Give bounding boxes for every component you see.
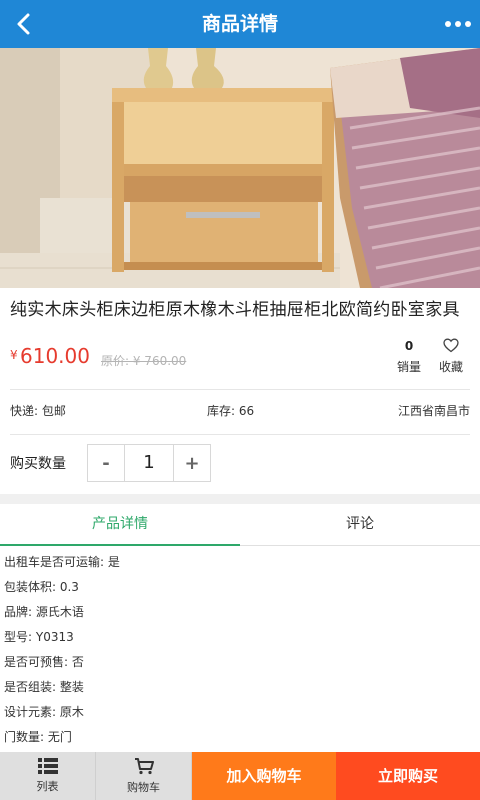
quantity-plus-button[interactable]: + (174, 445, 210, 481)
spec-list: 出租车是否可运输: 是 包装体积: 0.3 品牌: 源氏木语 型号: Y0313… (4, 553, 474, 753)
cart-label: 购物车 (127, 780, 160, 794)
top-bar: 商品详情 (0, 0, 480, 48)
shipping-info: 快递: 包邮 (10, 404, 66, 418)
list-label: 列表 (36, 780, 59, 793)
location-info: 江西省南昌市 (397, 404, 470, 418)
product-image[interactable] (0, 48, 480, 288)
spec-item: 出租车是否可运输: 是 (4, 555, 120, 569)
divider (10, 389, 470, 390)
quantity-stepper: - 1 + (87, 444, 211, 482)
tab-product-details[interactable]: 产品详情 (0, 504, 240, 546)
detail-tabs: 产品详情 评论 (0, 504, 480, 546)
spec-item: 门数量: 无门 (4, 730, 72, 744)
list-button[interactable]: 列表 (0, 752, 96, 800)
cart-button[interactable]: 购物车 (96, 752, 192, 800)
original-price: 原价: ¥ 760.00 (101, 354, 187, 368)
spec-item: 是否组装: 整装 (4, 680, 84, 694)
tab-comments[interactable]: 评论 (240, 504, 480, 545)
favorite-label: 收藏 (438, 360, 463, 374)
spec-item: 包装体积: 0.3 (4, 580, 79, 594)
product-name: 纯实木床头柜床边柜原木橡木斗柜抽屉柜北欧简约卧室家具 (10, 300, 460, 320)
page-title: 商品详情 (201, 13, 278, 35)
quantity-input[interactable]: 1 (124, 445, 174, 481)
section-separator (0, 494, 480, 504)
favorite-button[interactable]: 收藏 (431, 338, 471, 375)
currency-symbol: ¥ (10, 348, 18, 362)
sales-stat: 0 销量 (389, 338, 429, 375)
quantity-label: 购买数量 (10, 456, 66, 472)
sales-label: 销量 (396, 360, 421, 374)
product-photo-illustration (0, 48, 480, 288)
spec-item: 型号: Y0313 (4, 630, 74, 644)
buy-now-button[interactable]: 立即购买 (336, 752, 480, 800)
more-button[interactable] (440, 0, 476, 48)
spec-item: 品牌: 源氏木语 (4, 605, 84, 619)
spec-item: 是否可预售: 否 (4, 655, 84, 669)
more-horizontal-icon (445, 21, 451, 27)
sales-count: 0 (404, 339, 414, 353)
add-to-cart-button[interactable]: 加入购物车 (192, 752, 336, 800)
bottom-action-bar: 列表 购物车 加入购物车 立即购买 (0, 752, 480, 800)
info-row: 快递: 包邮 库存: 66 江西省南昌市 (10, 402, 470, 420)
shopping-cart-icon (134, 757, 154, 774)
quantity-minus-button[interactable]: - (88, 445, 124, 481)
heart-icon (443, 338, 459, 353)
stock-info: 库存: 66 (207, 404, 255, 418)
divider (10, 434, 470, 435)
spec-item: 设计元素: 原木 (4, 705, 84, 719)
current-price: 610.00 (20, 344, 90, 368)
list-icon (37, 758, 58, 774)
